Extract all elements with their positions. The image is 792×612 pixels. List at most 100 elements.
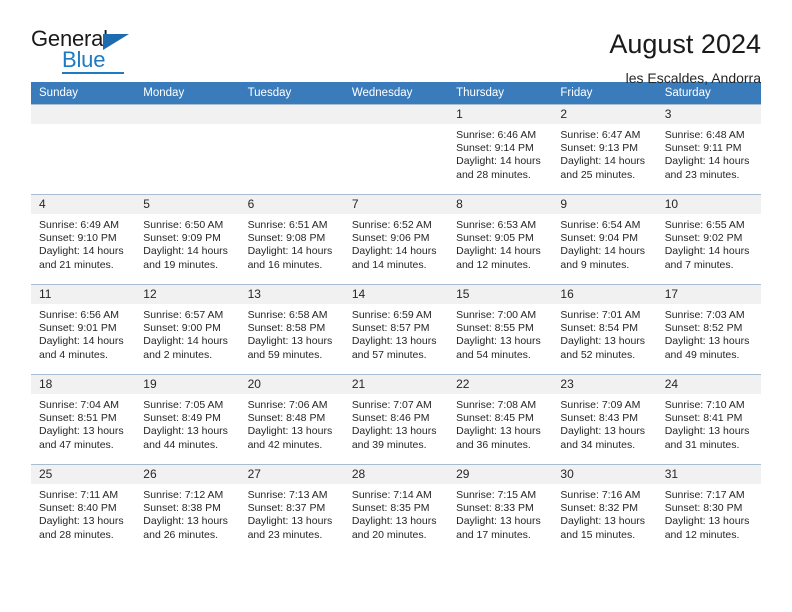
sunset-text: Sunset: 8:54 PM	[560, 322, 639, 335]
daylight-text-line1: Daylight: 13 hours	[664, 335, 750, 348]
calendar-day-cell[interactable]: 1 Sunrise: 6:46 AM Sunset: 9:14 PM Daylight…	[448, 104, 553, 195]
daylight-text-line1: Daylight: 14 hours	[247, 245, 333, 258]
daylight-text-line2: and 21 minutes.	[39, 258, 114, 271]
sun-info: Sunrise: 7:12 AM Sunset: 8:38 PM Daylight:…	[135, 484, 239, 542]
daylight-text-line2: and 52 minutes.	[560, 348, 636, 361]
calendar-day-cell[interactable]: 15 Sunrise: 7:00 AM Sunset: 8:55 PM Dayligh…	[448, 284, 553, 375]
daylight-text-line1: Daylight: 13 hours	[456, 335, 541, 348]
daylight-text-line2: and 20 minutes.	[351, 528, 427, 541]
day-number: 8	[448, 195, 553, 214]
sunrise-text: Sunrise: 6:46 AM	[456, 129, 537, 141]
sun-info: Sunrise: 7:10 AM Sunset: 8:41 PM Daylight:…	[657, 394, 761, 452]
daylight-text-line2: and 19 minutes.	[143, 258, 218, 271]
daylight-text-line2: and 47 minutes.	[39, 438, 114, 451]
daylight-text-line2: and 26 minutes.	[143, 528, 218, 541]
daylight-text-line1: Daylight: 13 hours	[456, 425, 541, 438]
sun-info: Sunrise: 7:15 AM Sunset: 8:33 PM Daylight:…	[448, 484, 552, 542]
daylight-text-line1: Daylight: 13 hours	[247, 515, 333, 528]
day-number	[239, 105, 344, 124]
calendar-day-cell[interactable]: 25 Sunrise: 7:11 AM Sunset: 8:40 PM Dayligh…	[31, 464, 136, 555]
day-number: 18	[31, 375, 136, 394]
calendar-day-cell[interactable]: 31 Sunrise: 7:17 AM Sunset: 8:30 PM Dayligh…	[656, 464, 761, 555]
sun-info: Sunrise: 7:00 AM Sunset: 8:55 PM Daylight:…	[448, 304, 552, 362]
calendar-cell-empty	[135, 104, 240, 195]
sunrise-text: Sunrise: 7:01 AM	[560, 309, 641, 321]
calendar-day-cell[interactable]: 3 Sunrise: 6:48 AM Sunset: 9:11 PM Daylight…	[656, 104, 761, 195]
calendar-day-cell[interactable]: 29 Sunrise: 7:15 AM Sunset: 8:33 PM Dayligh…	[448, 464, 553, 555]
sunrise-text: Sunrise: 7:16 AM	[560, 489, 641, 501]
calendar-day-cell[interactable]: 26 Sunrise: 7:12 AM Sunset: 8:38 PM Dayligh…	[135, 464, 240, 555]
daylight-text-line2: and 25 minutes.	[560, 168, 636, 181]
general-blue-logo[interactable]: General Blue	[31, 28, 151, 74]
calendar-day-cell[interactable]: 2 Sunrise: 6:47 AM Sunset: 9:13 PM Daylight…	[552, 104, 657, 195]
daylight-text-line1: Daylight: 13 hours	[351, 335, 437, 348]
sun-info: Sunrise: 7:11 AM Sunset: 8:40 PM Daylight:…	[31, 484, 135, 542]
calendar-day-cell[interactable]: 27 Sunrise: 7:13 AM Sunset: 8:37 PM Dayligh…	[239, 464, 344, 555]
sunrise-text: Sunrise: 7:05 AM	[143, 399, 224, 411]
sunrise-text: Sunrise: 6:54 AM	[560, 219, 641, 231]
sunrise-text: Sunrise: 7:06 AM	[247, 399, 328, 411]
sunset-text: Sunset: 9:14 PM	[456, 142, 534, 155]
daylight-text-line2: and 17 minutes.	[456, 528, 531, 541]
calendar-day-cell[interactable]: 14 Sunrise: 6:59 AM Sunset: 8:57 PM Dayligh…	[343, 284, 449, 375]
daylight-text-line2: and 14 minutes.	[351, 258, 427, 271]
sunrise-text: Sunrise: 6:56 AM	[39, 309, 119, 321]
calendar-day-cell[interactable]: 30 Sunrise: 7:16 AM Sunset: 8:32 PM Dayligh…	[552, 464, 657, 555]
page-title: August 2024	[609, 29, 761, 59]
calendar-day-cell[interactable]: 12 Sunrise: 6:57 AM Sunset: 9:00 PM Dayligh…	[135, 284, 240, 375]
calendar-day-cell[interactable]: 8 Sunrise: 6:53 AM Sunset: 9:05 PM Daylight…	[448, 194, 553, 285]
daylight-text-line1: Daylight: 14 hours	[143, 335, 228, 348]
daylight-text-line1: Daylight: 13 hours	[143, 425, 228, 438]
sunset-text: Sunset: 9:13 PM	[560, 142, 639, 155]
calendar-day-cell[interactable]: 20 Sunrise: 7:06 AM Sunset: 8:48 PM Dayligh…	[239, 374, 344, 465]
sun-info: Sunrise: 7:05 AM Sunset: 8:49 PM Daylight:…	[135, 394, 239, 452]
day-number: 9	[552, 195, 657, 214]
sunset-text: Sunset: 8:51 PM	[39, 412, 117, 425]
daylight-text-line2: and 16 minutes.	[247, 258, 323, 271]
day-number: 23	[552, 375, 657, 394]
sun-info: Sunrise: 7:03 AM Sunset: 8:52 PM Daylight:…	[657, 304, 761, 362]
calendar-day-cell[interactable]: 18 Sunrise: 7:04 AM Sunset: 8:51 PM Dayligh…	[31, 374, 136, 465]
sunset-text: Sunset: 8:33 PM	[456, 502, 534, 515]
calendar-day-cell[interactable]: 13 Sunrise: 6:58 AM Sunset: 8:58 PM Dayligh…	[239, 284, 344, 375]
daylight-text-line2: and 31 minutes.	[664, 438, 740, 451]
calendar-day-cell[interactable]: 11 Sunrise: 6:56 AM Sunset: 9:01 PM Dayligh…	[31, 284, 136, 375]
sun-info: Sunrise: 6:48 AM Sunset: 9:11 PM Daylight:…	[657, 124, 761, 182]
sunrise-text: Sunrise: 7:13 AM	[247, 489, 328, 501]
day-number: 6	[239, 195, 344, 214]
calendar-day-cell[interactable]: 6 Sunrise: 6:51 AM Sunset: 9:08 PM Daylight…	[239, 194, 344, 285]
calendar-day-cell[interactable]: 7 Sunrise: 6:52 AM Sunset: 9:06 PM Daylight…	[343, 194, 449, 285]
sunset-text: Sunset: 9:04 PM	[560, 232, 639, 245]
day-number: 30	[552, 465, 657, 484]
sun-info: Sunrise: 7:16 AM Sunset: 8:32 PM Daylight:…	[552, 484, 656, 542]
calendar-day-cell[interactable]: 21 Sunrise: 7:07 AM Sunset: 8:46 PM Dayligh…	[343, 374, 449, 465]
sun-info: Sunrise: 7:13 AM Sunset: 8:37 PM Daylight:…	[240, 484, 344, 542]
calendar-day-cell[interactable]: 22 Sunrise: 7:08 AM Sunset: 8:45 PM Dayligh…	[448, 374, 553, 465]
sunrise-text: Sunrise: 6:49 AM	[39, 219, 119, 231]
calendar-day-cell[interactable]: 4 Sunrise: 6:49 AM Sunset: 9:10 PM Daylight…	[31, 194, 136, 285]
calendar-day-cell[interactable]: 28 Sunrise: 7:14 AM Sunset: 8:35 PM Dayligh…	[343, 464, 449, 555]
calendar-day-cell[interactable]: 10 Sunrise: 6:55 AM Sunset: 9:02 PM Dayligh…	[656, 194, 761, 285]
day-number: 10	[656, 195, 761, 214]
calendar-day-cell[interactable]: 23 Sunrise: 7:09 AM Sunset: 8:43 PM Dayligh…	[552, 374, 657, 465]
calendar-day-cell[interactable]: 9 Sunrise: 6:54 AM Sunset: 9:04 PM Daylight…	[552, 194, 657, 285]
sun-info: Sunrise: 6:51 AM Sunset: 9:08 PM Daylight:…	[240, 214, 344, 272]
daylight-text-line1: Daylight: 13 hours	[560, 335, 646, 348]
calendar-day-cell[interactable]: 24 Sunrise: 7:10 AM Sunset: 8:41 PM Dayligh…	[656, 374, 761, 465]
day-number: 28	[343, 465, 449, 484]
weekday-header-tuesday: Tuesday	[239, 82, 344, 105]
daylight-text-line1: Daylight: 13 hours	[39, 425, 124, 438]
calendar-day-cell[interactable]: 16 Sunrise: 7:01 AM Sunset: 8:54 PM Dayligh…	[552, 284, 657, 375]
calendar-day-cell[interactable]: 5 Sunrise: 6:50 AM Sunset: 9:09 PM Daylight…	[135, 194, 240, 285]
sunrise-text: Sunrise: 6:53 AM	[456, 219, 537, 231]
calendar-day-cell[interactable]: 19 Sunrise: 7:05 AM Sunset: 8:49 PM Dayligh…	[135, 374, 240, 465]
sunset-text: Sunset: 8:37 PM	[247, 502, 326, 515]
calendar-day-cell[interactable]: 17 Sunrise: 7:03 AM Sunset: 8:52 PM Dayligh…	[656, 284, 761, 375]
day-number: 22	[448, 375, 553, 394]
sunset-text: Sunset: 8:58 PM	[247, 322, 326, 335]
daylight-text-line2: and 23 minutes.	[664, 168, 740, 181]
daylight-text-line2: and 23 minutes.	[247, 528, 323, 541]
calendar-week-row: 25 Sunrise: 7:11 AM Sunset: 8:40 PM Dayligh…	[31, 464, 761, 555]
calendar-cell-empty	[239, 104, 344, 195]
sunrise-text: Sunrise: 6:48 AM	[664, 129, 745, 141]
